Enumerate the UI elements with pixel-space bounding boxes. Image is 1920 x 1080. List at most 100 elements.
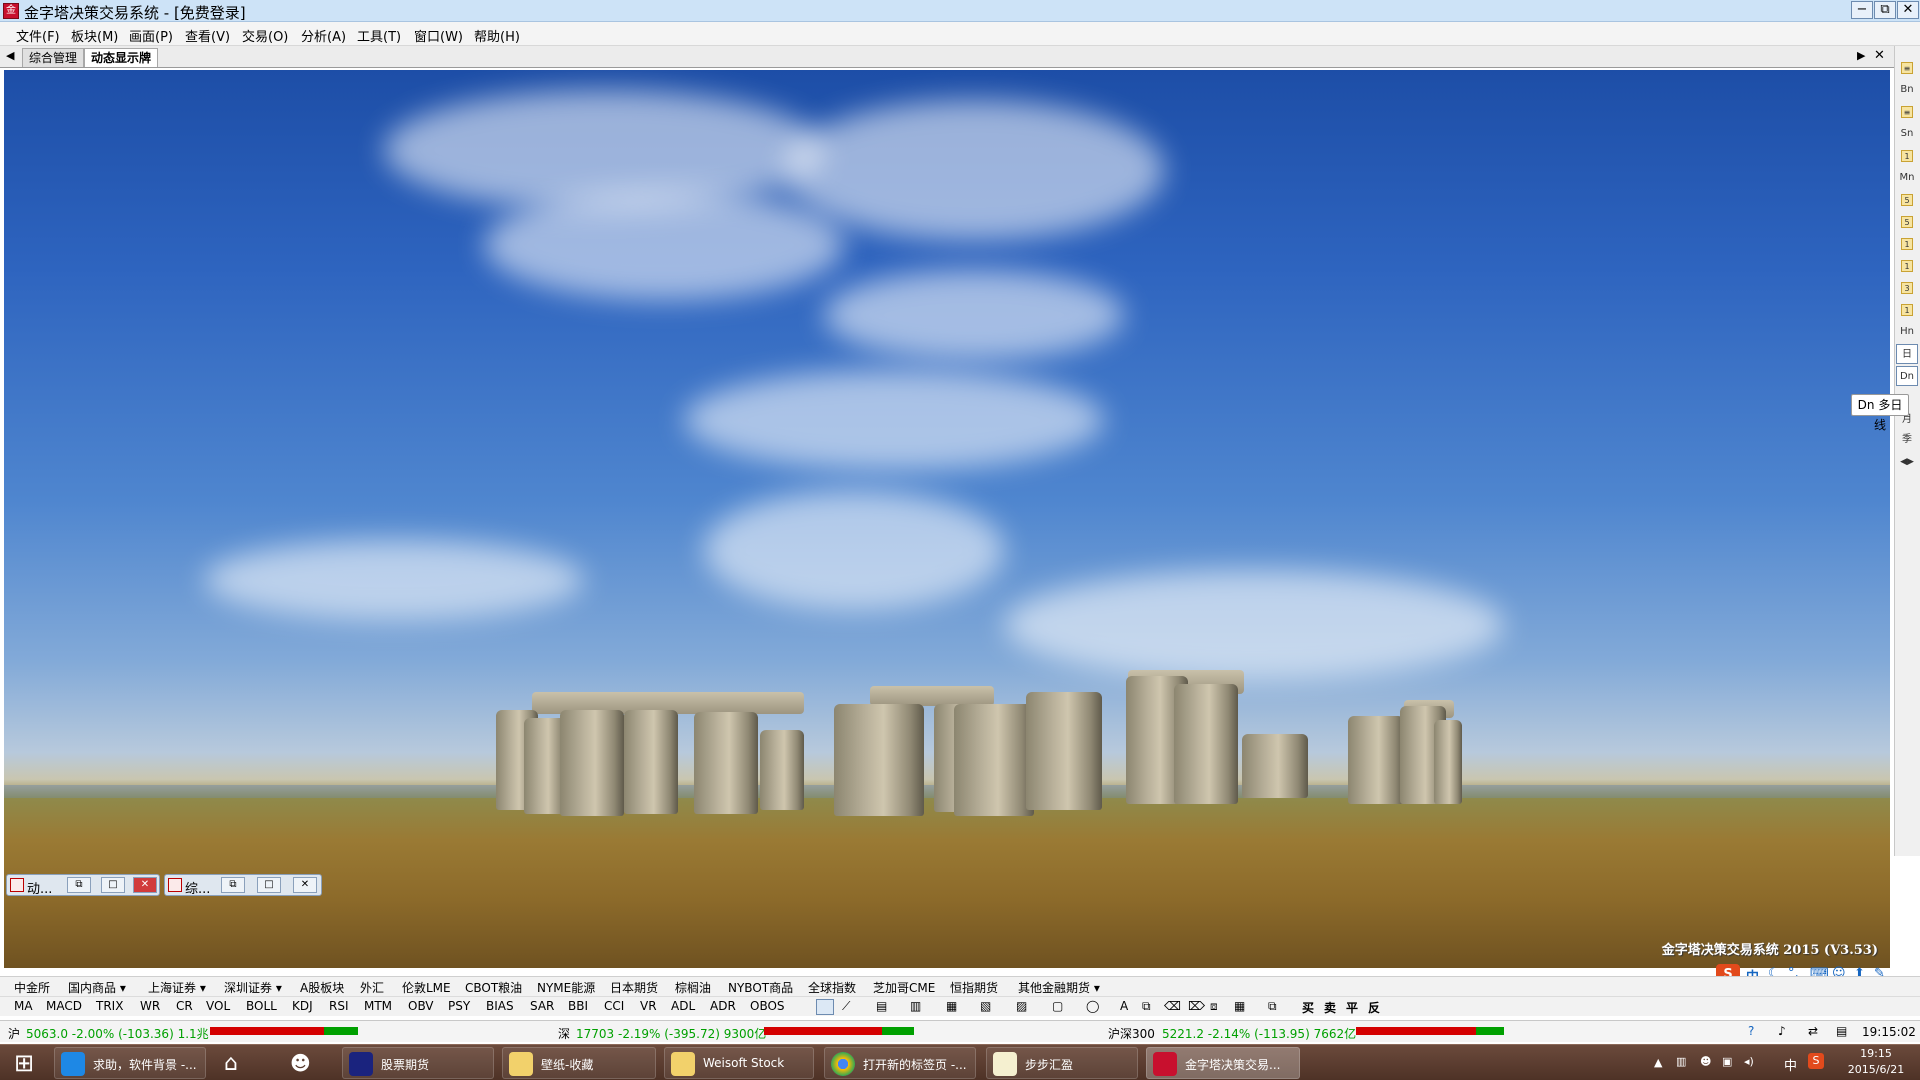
close-button[interactable]: ✕ <box>1897 1 1919 19</box>
menu-analysis[interactable]: 分析(A) <box>301 26 346 45</box>
indicator-item[interactable]: PSY <box>448 999 470 1013</box>
task-ie[interactable]: 求助，软件背景 -... <box>54 1047 206 1079</box>
period-day[interactable]: 日 <box>1896 344 1918 364</box>
cat-item[interactable]: 上海证券 ▾ <box>148 979 206 996</box>
indicator-item[interactable]: TRIX <box>96 999 123 1013</box>
menu-screen[interactable]: 画面(P) <box>129 26 173 45</box>
grid-tool-icon[interactable]: ▥ <box>910 999 921 1013</box>
line-tool-icon[interactable]: ⟋ <box>842 999 850 1014</box>
bell-icon[interactable]: ♪ <box>1778 1024 1786 1038</box>
cat-item[interactable]: 其他金融期货 ▾ <box>1018 979 1100 996</box>
indicator-item[interactable]: RSI <box>329 999 349 1013</box>
tab-scroll-right-icon[interactable]: ▶ <box>1857 49 1865 62</box>
tool-icon[interactable]: 1 <box>1901 150 1913 162</box>
copy-icon[interactable]: ⧉ <box>1142 999 1151 1014</box>
text-tool-icon[interactable]: ▤ <box>876 999 887 1013</box>
cat-item[interactable]: 芝加哥CME <box>873 979 935 996</box>
menu-view[interactable]: 查看(V) <box>185 26 230 45</box>
text-a-icon[interactable]: A <box>1120 999 1128 1013</box>
scroll-arrows-icon[interactable]: ◀▶ <box>1896 452 1918 472</box>
indicator-item[interactable]: MTM <box>364 999 392 1013</box>
tool-icon[interactable]: 3 <box>1901 282 1913 294</box>
close-position-button[interactable]: 平 <box>1346 999 1358 1016</box>
cat-item[interactable]: 国内商品 ▾ <box>68 979 126 996</box>
task-bubu[interactable]: 步步汇盈 <box>986 1047 1138 1079</box>
cat-item[interactable]: 外汇 <box>360 979 384 996</box>
restore-button[interactable]: ⧉ <box>1874 1 1896 19</box>
tab-close-icon[interactable]: ✕ <box>1874 48 1885 63</box>
tray-qq-icon[interactable]: ☻ <box>1700 1055 1711 1068</box>
menu-tools[interactable]: 工具(T) <box>357 26 401 45</box>
indicator-item[interactable]: SAR <box>530 999 554 1013</box>
circle-tool-icon[interactable]: ◯ <box>1086 999 1099 1013</box>
qq-icon[interactable]: ☻ <box>290 1051 311 1075</box>
menu-file[interactable]: 文件(F) <box>16 26 60 45</box>
erase-icon[interactable]: ⌦ <box>1188 999 1205 1013</box>
tool-icon[interactable]: 1 <box>1901 238 1913 250</box>
indicator-item[interactable]: WR <box>140 999 160 1013</box>
cat-item[interactable]: 深圳证券 ▾ <box>224 979 282 996</box>
indicator-item[interactable]: VR <box>640 999 657 1013</box>
layers-icon[interactable]: ⧈ <box>1210 999 1218 1014</box>
rect-tool-icon[interactable]: ▢ <box>1052 999 1063 1013</box>
indicator-item[interactable]: BOLL <box>246 999 277 1013</box>
help-icon[interactable]: ? <box>1748 1024 1754 1038</box>
period-quarter[interactable]: 季 <box>1896 430 1918 450</box>
minimized-window-dynamic[interactable]: 动... ⧉ □ ✕ <box>6 874 160 897</box>
sell-button[interactable]: 卖 <box>1324 999 1336 1016</box>
tool-icon[interactable]: ≡ <box>1901 62 1913 74</box>
minimize-button[interactable]: − <box>1851 1 1873 19</box>
indicator-item[interactable]: MACD <box>46 999 82 1013</box>
shape-tool-icon[interactable]: ▨ <box>1016 999 1027 1013</box>
maximize-icon[interactable]: □ <box>257 877 281 893</box>
indicator-item[interactable]: OBV <box>408 999 434 1013</box>
chart-tool-icon[interactable]: ▦ <box>946 999 957 1013</box>
restore-icon[interactable]: ⧉ <box>67 877 91 893</box>
tray-volume-icon[interactable]: ◂) <box>1744 1055 1754 1068</box>
task-chrome[interactable]: 打开新的标签页 -... <box>824 1047 976 1079</box>
indicator-item[interactable]: ADL <box>671 999 695 1013</box>
start-button-icon[interactable]: ⊞ <box>6 1049 42 1077</box>
doc-icon[interactable]: ▤ <box>1836 1024 1847 1038</box>
tab-dynamic-board[interactable]: 动态显示牌 <box>84 48 159 67</box>
draw-tool-icon[interactable] <box>816 999 834 1015</box>
close-icon[interactable]: ✕ <box>133 877 157 893</box>
indicator-item[interactable]: OBOS <box>750 999 785 1013</box>
tool-icon[interactable]: 1 <box>1901 260 1913 272</box>
cat-item[interactable]: 中金所 <box>14 979 50 996</box>
period-hn[interactable]: Hn <box>1896 322 1918 342</box>
period-mn[interactable]: Mn <box>1896 168 1918 188</box>
home-icon[interactable]: ⌂ <box>224 1051 238 1076</box>
cat-item[interactable]: NYBOT商品 <box>728 979 793 996</box>
indicator-item[interactable]: CR <box>176 999 193 1013</box>
connection-icon[interactable]: ⇄ <box>1808 1024 1818 1038</box>
menu-sector[interactable]: 板块(M) <box>71 26 118 45</box>
buy-button[interactable]: 买 <box>1302 999 1314 1016</box>
delete-icon[interactable]: ⌫ <box>1164 999 1181 1013</box>
tray-sogou-icon[interactable]: S <box>1808 1053 1824 1069</box>
clock-time[interactable]: 19:15 <box>1848 1047 1904 1060</box>
indicator-item[interactable]: CCI <box>604 999 624 1013</box>
task-pyramid[interactable]: 金字塔决策交易... <box>1146 1047 1300 1079</box>
menu-help[interactable]: 帮助(H) <box>474 26 520 45</box>
cat-item[interactable]: 日本期货 <box>610 979 658 996</box>
cat-item[interactable]: 伦敦LME <box>402 979 451 996</box>
indicator-item[interactable]: BIAS <box>486 999 514 1013</box>
task-stock[interactable]: 股票期货 <box>342 1047 494 1079</box>
tool-icon[interactable]: 5 <box>1901 216 1913 228</box>
tool-icon[interactable]: ≡ <box>1901 106 1913 118</box>
task-folder-wallpaper[interactable]: 壁纸-收藏 <box>502 1047 656 1079</box>
indicator-item[interactable]: VOL <box>206 999 230 1013</box>
tray-network-icon[interactable]: ▥ <box>1676 1055 1686 1068</box>
indicator-item[interactable]: KDJ <box>292 999 313 1013</box>
reverse-button[interactable]: 反 <box>1368 999 1380 1016</box>
cat-item[interactable]: CBOT粮油 <box>465 979 522 996</box>
menu-window[interactable]: 窗口(W) <box>414 26 463 45</box>
task-folder-weisoft[interactable]: Weisoft Stock <box>664 1047 814 1079</box>
cat-item[interactable]: 恒指期货 <box>950 979 998 996</box>
export-icon[interactable]: ⧉ <box>1268 999 1277 1014</box>
tray-ime-label[interactable]: 中 <box>1784 1055 1797 1074</box>
indicator-item[interactable]: MA <box>14 999 33 1013</box>
cat-item[interactable]: 全球指数 <box>808 979 856 996</box>
maximize-icon[interactable]: □ <box>101 877 125 893</box>
